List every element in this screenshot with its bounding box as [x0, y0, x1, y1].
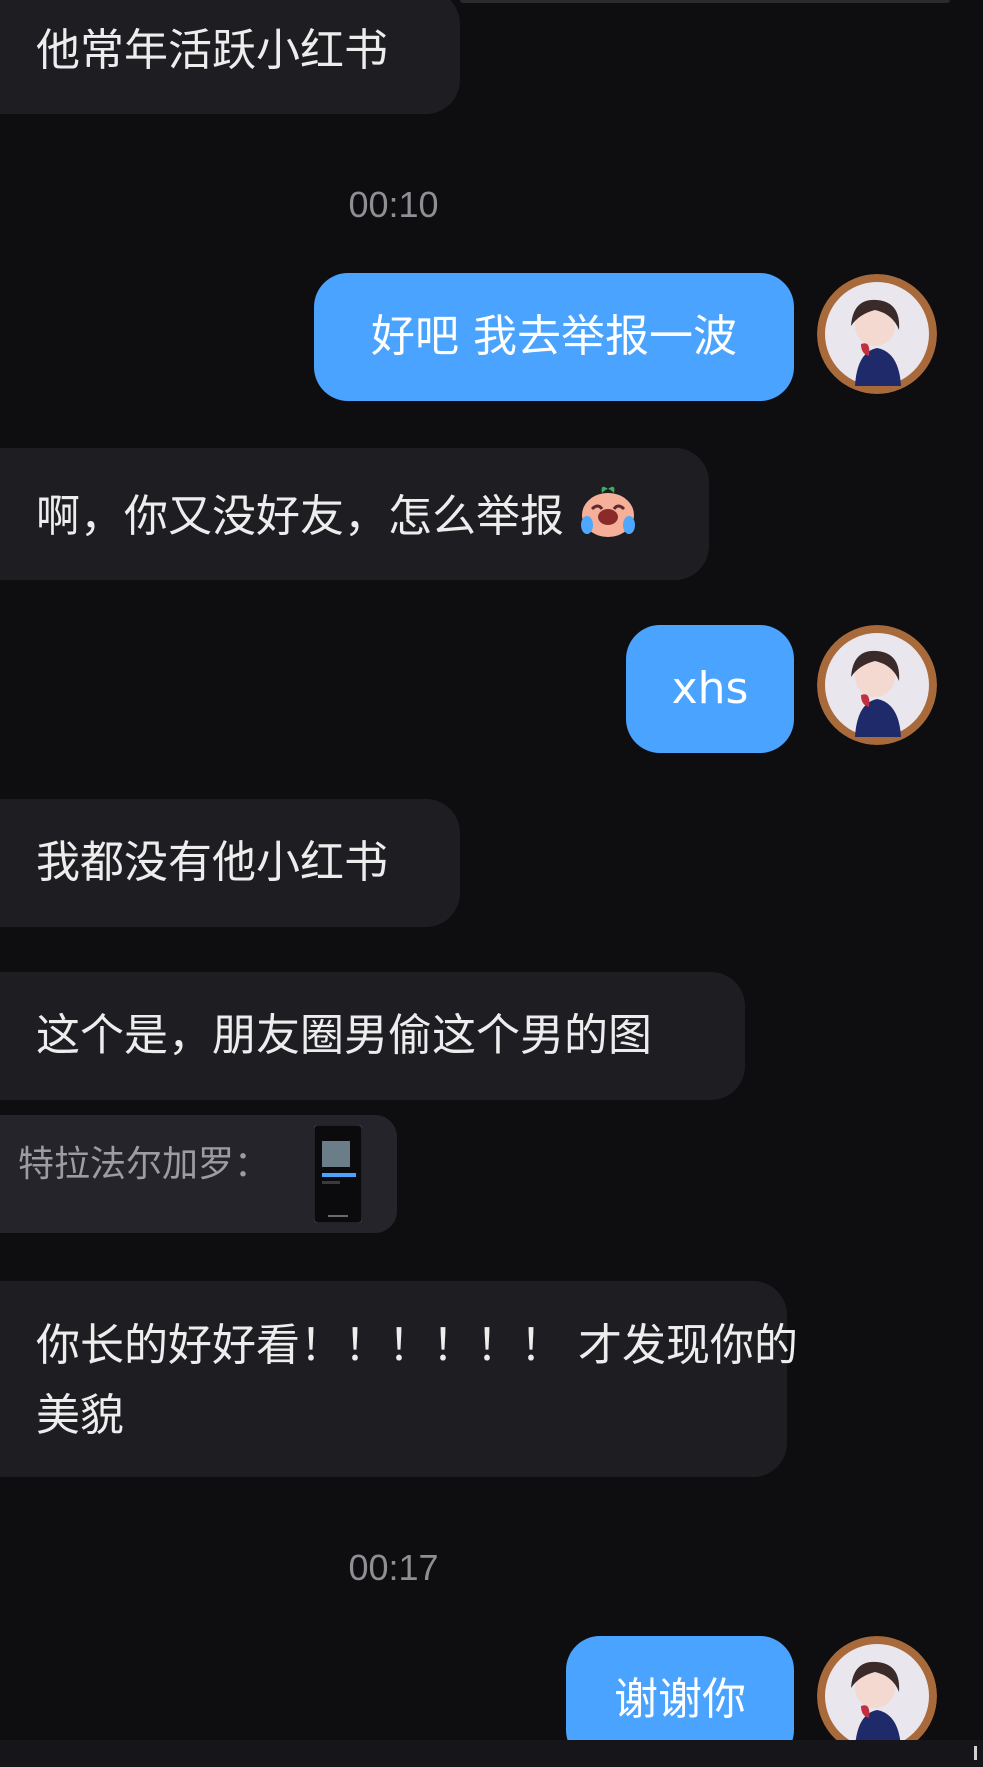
previous-bubble-edge [460, 0, 950, 3]
message-text-line: 你长的好好看！！！！！！ 才发现你的 [36, 1320, 798, 1371]
message-text: xhs [671, 663, 749, 714]
scroll-indicator[interactable] [974, 1746, 977, 1760]
message-bubble-incoming[interactable]: 你长的好好看！！！！！！ 才发现你的 美貌 [0, 1281, 798, 1477]
user-avatar[interactable] [817, 1636, 937, 1756]
message-text: 他常年活跃小红书 [36, 25, 388, 76]
message-text: 谢谢你 [614, 1674, 746, 1725]
message-text: 好吧 我去举报一波 [371, 311, 737, 362]
message-bubble-incoming[interactable]: 他常年活跃小红书 [0, 0, 460, 114]
message-bubble-outgoing[interactable]: xhs [626, 625, 794, 753]
message-bubble-incoming[interactable]: 我都没有他小红书 [0, 799, 460, 927]
message-text-line: 美貌 [36, 1390, 124, 1441]
avatar-image [817, 274, 937, 394]
message-bubble-incoming[interactable]: 这个是，朋友圈男偷这个男的图 [0, 972, 745, 1100]
message-text: 这个是，朋友圈男偷这个男的图 [36, 1010, 652, 1061]
quote-sender-label: 特拉法尔加罗： [18, 1144, 271, 1185]
timestamp: 00:17 [348, 1547, 439, 1588]
timestamp: 00:10 [348, 184, 439, 225]
message-text: 啊，你又没好友，怎么举报 [36, 491, 564, 542]
chat-screen: 他常年活跃小红书 00:10 好吧 我去举报一波 啊，你又没好友，怎么举报 xh… [0, 0, 983, 1767]
quoted-message[interactable]: 特拉法尔加罗： [0, 1115, 397, 1233]
avatar-image [817, 1636, 937, 1756]
avatar-image [817, 625, 937, 745]
crying-laughing-peach-emoji-icon [578, 481, 638, 541]
user-avatar[interactable] [817, 274, 937, 394]
message-bubble-outgoing[interactable]: 好吧 我去举报一波 [314, 273, 794, 401]
bottom-bar [0, 1740, 983, 1767]
quoted-screenshot-thumbnail[interactable] [313, 1124, 363, 1224]
user-avatar[interactable] [817, 625, 937, 745]
message-bubble-incoming[interactable]: 啊，你又没好友，怎么举报 [0, 448, 709, 580]
message-text: 我都没有他小红书 [36, 837, 388, 888]
